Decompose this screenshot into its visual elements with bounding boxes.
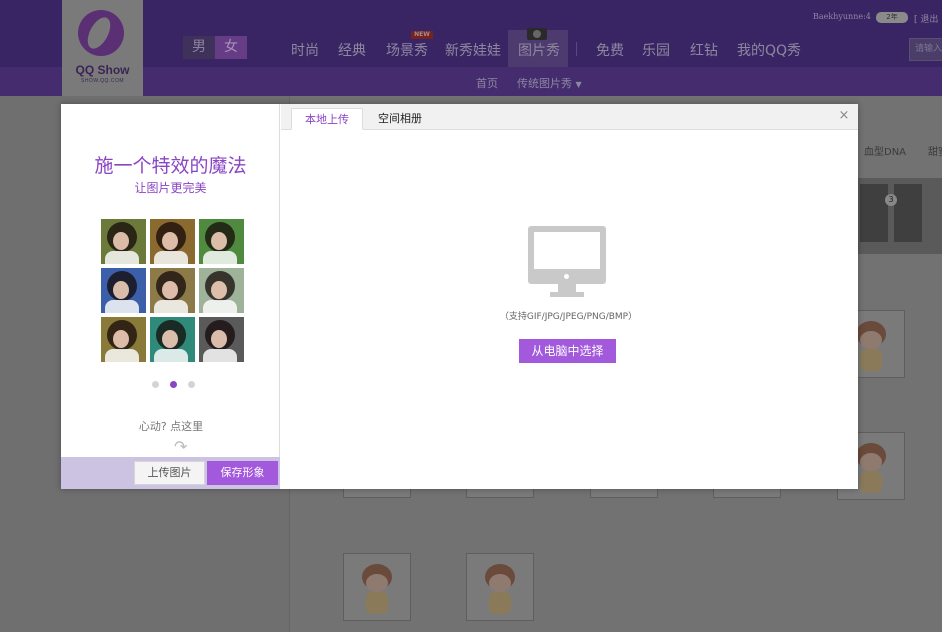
effect-thumbnail-shirt xyxy=(154,349,188,362)
thumbnail-body xyxy=(366,592,388,614)
thumbnail-face xyxy=(366,574,388,592)
close-icon[interactable]: × xyxy=(837,109,851,123)
carousel-dot[interactable] xyxy=(188,381,195,388)
effect-thumbnail-vintage xyxy=(101,317,146,362)
chevron-down-icon: ▼ xyxy=(575,80,582,89)
photo-strip-number: 3 xyxy=(885,194,897,206)
upload-dialog: 施一个特效的魔法 让图片更完美 心动? 点这里 ↷ 上传图片 保存形象 本地上传… xyxy=(61,104,858,489)
effect-thumbnail-shirt xyxy=(105,300,139,313)
new-badge: NEW xyxy=(411,31,433,39)
nav-picture-show[interactable]: 图片秀 xyxy=(518,40,560,60)
vip-badge: 2年 xyxy=(876,12,908,23)
effect-thumbnail-shirt xyxy=(105,251,139,264)
logo-url: SHOW.QQ.COM xyxy=(81,78,124,84)
monitor-base xyxy=(550,292,584,297)
subnav-home[interactable]: 首页 xyxy=(476,75,498,91)
effect-thumbnail-bw xyxy=(199,317,244,362)
effect-thumbnail-shirt xyxy=(203,251,237,264)
nav-park[interactable]: 乐园 xyxy=(642,40,670,60)
gender-female-toggle[interactable]: 女 xyxy=(215,36,247,59)
thumbnail-body xyxy=(860,471,882,493)
nav-red-diamond[interactable]: 红钻 xyxy=(690,40,718,60)
effect-thumbnail-face xyxy=(211,232,227,250)
carousel-dots xyxy=(152,381,202,391)
thumbnail-body xyxy=(860,349,882,371)
photo-strip-preview[interactable]: 3 xyxy=(858,178,942,254)
effect-thumbnail-warm xyxy=(150,219,195,264)
effect-thumbnail-pastel xyxy=(199,268,244,313)
effect-thumbnail-face xyxy=(211,330,227,348)
user-name[interactable]: Baekhyunne:4 xyxy=(813,12,871,21)
photo-strip-frame xyxy=(894,184,922,242)
effect-thumbnail-shirt xyxy=(203,300,237,313)
promo-footer: 上传图片 保存形象 xyxy=(61,457,280,489)
subnav-current-label: 传统图片秀 xyxy=(517,77,572,90)
promo-subtitle: 让图片更完美 xyxy=(134,181,207,195)
effect-thumbnail-face xyxy=(162,281,178,299)
effect-thumbnail-face xyxy=(113,330,129,348)
effect-thumbnail-face xyxy=(113,281,129,299)
effect-thumbnail-green xyxy=(199,219,244,264)
nav-divider xyxy=(576,42,577,56)
search-input[interactable]: 请输入 xyxy=(909,38,942,61)
logout-link[interactable]: [ 退出 xyxy=(914,12,938,25)
carousel-dot[interactable] xyxy=(152,381,159,388)
nav-classic[interactable]: 经典 xyxy=(338,40,366,60)
promo-title: 施一个特效的魔法 xyxy=(94,155,247,177)
monitor-power-led xyxy=(564,274,569,279)
qq-show-logo[interactable]: QQ Show SHOW.QQ.COM xyxy=(62,0,143,96)
effect-thumbnail-sepia xyxy=(150,268,195,313)
thumbnail-face xyxy=(489,574,511,592)
thumbnail-face xyxy=(860,453,882,471)
filter-tab-blood-dna[interactable]: 血型DNA xyxy=(864,143,906,158)
effect-thumbnail-face xyxy=(113,232,129,250)
monitor-display xyxy=(534,232,600,269)
photo-strip-frame xyxy=(860,184,888,242)
logo-brand: QQ Show xyxy=(75,63,130,77)
effect-thumbnail-shirt xyxy=(105,349,139,362)
thumbnail-body xyxy=(489,592,511,614)
effect-thumbnail-shirt xyxy=(203,349,237,362)
filter-tab-sweet[interactable]: 甜蜜 xyxy=(928,143,942,158)
effect-thumbnail-teal xyxy=(150,317,195,362)
effect-thumbnail-original xyxy=(101,219,146,264)
carousel-dot-active[interactable] xyxy=(170,381,177,388)
nav-scene-show[interactable]: 场景秀 xyxy=(386,40,428,60)
subnav-traditional-picture-show[interactable]: 传统图片秀 ▼ xyxy=(517,75,582,91)
effect-thumbnail-face xyxy=(162,330,178,348)
thumbnail-face xyxy=(860,331,882,349)
nav-free[interactable]: 免费 xyxy=(596,40,624,60)
curved-arrow-icon: ↷ xyxy=(174,437,188,456)
tab-local-upload[interactable]: 本地上传 xyxy=(291,108,363,130)
camera-icon xyxy=(527,28,547,40)
supported-formats-text: （支持GIF/JPG/JPEG/PNG/BMP） xyxy=(499,312,638,322)
effect-thumbnail-shirt xyxy=(154,251,188,264)
avatar-thumbnail[interactable] xyxy=(466,553,534,621)
avatar-thumbnail[interactable] xyxy=(343,553,411,621)
computer-monitor-icon xyxy=(528,226,606,300)
monitor-stand xyxy=(558,284,576,292)
upload-image-button[interactable]: 上传图片 xyxy=(134,461,205,485)
choose-from-computer-button[interactable]: 从电脑中选择 xyxy=(519,339,616,363)
tease-text[interactable]: 心动? 点这里 xyxy=(49,418,293,434)
effect-thumbnail-face xyxy=(162,232,178,250)
effect-thumbnail-blue xyxy=(101,268,146,313)
gender-male-toggle[interactable]: 男 xyxy=(183,36,215,59)
effect-thumbnail-shirt xyxy=(154,300,188,313)
effects-promo-panel: 施一个特效的魔法 让图片更完美 心动? 点这里 ↷ 上传图片 保存形象 xyxy=(61,104,280,489)
nav-new-doll[interactable]: 新秀娃娃 xyxy=(445,40,501,60)
tab-qzone-album[interactable]: 空间相册 xyxy=(365,108,435,130)
monitor-screen xyxy=(528,226,606,284)
logo-swirl-icon xyxy=(78,10,124,56)
upload-tab-bar: 本地上传 空间相册 xyxy=(281,104,858,130)
nav-my-qq-show[interactable]: 我的QQ秀 xyxy=(737,40,801,60)
effects-preview-grid xyxy=(101,219,245,363)
nav-fashion[interactable]: 时尚 xyxy=(291,40,319,60)
save-look-button[interactable]: 保存形象 xyxy=(207,461,278,485)
effect-thumbnail-face xyxy=(211,281,227,299)
